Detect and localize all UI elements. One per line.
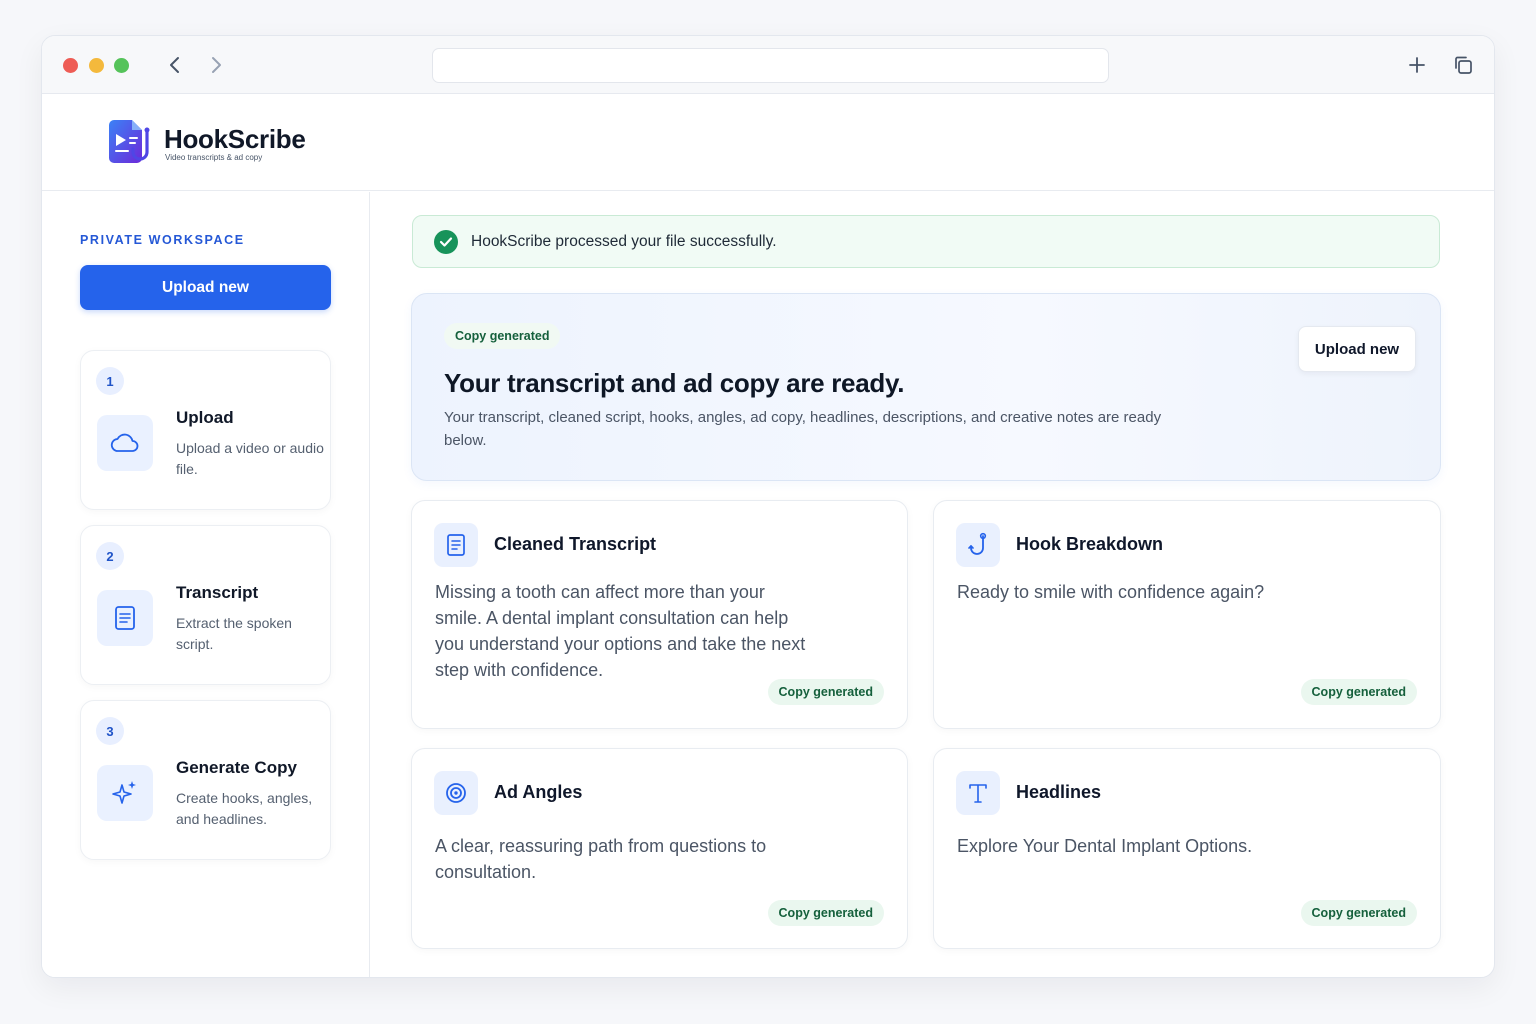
result-hero: Copy generated Your transcript and ad co…	[411, 293, 1441, 481]
brand-tagline: Video transcripts & ad copy	[165, 153, 263, 162]
text-icon	[956, 771, 1000, 815]
step-number: 2	[96, 542, 124, 570]
page-title: Your transcript and ad copy are ready.	[444, 368, 905, 398]
step-card-generate-copy: 3 Generate Copy Create hooks, angles, an…	[80, 700, 331, 860]
browser-titlebar	[42, 36, 1494, 94]
success-banner: HookScribe processed your file successfu…	[412, 215, 1440, 268]
target-icon	[434, 771, 478, 815]
browser-window: HookScribe Video transcripts & ad copy P…	[41, 35, 1495, 978]
status-badge: Copy generated	[767, 900, 884, 926]
step-title: Generate Copy	[176, 758, 297, 777]
step-number: 3	[96, 717, 124, 745]
logo-icon	[106, 118, 156, 168]
card-title: Cleaned Transcript	[494, 534, 657, 554]
workspace-label: PRIVATE WORKSPACE	[80, 233, 245, 247]
card-body: Missing a tooth can affect more than you…	[435, 582, 806, 680]
page-subtitle: Your transcript, cleaned script, hooks, …	[444, 409, 1162, 449]
card-body: A clear, reassuring path from questions …	[435, 836, 767, 882]
step-number: 1	[96, 367, 124, 395]
card-title: Headlines	[1016, 782, 1102, 802]
step-title: Transcript	[176, 583, 259, 602]
status-badge: Copy generated	[1300, 679, 1417, 705]
cloud-icon	[97, 415, 153, 471]
card-title: Ad Angles	[494, 782, 583, 802]
step-card-upload: 1 Upload Upload a video or audio file.	[80, 350, 331, 510]
card-headlines[interactable]: Headlines Explore Your Dental Implant Op…	[933, 748, 1441, 949]
sparkle-icon	[97, 765, 153, 821]
card-body: Ready to smile with confidence again?	[957, 582, 1265, 602]
card-hook-breakdown[interactable]: Hook Breakdown Ready to smile with confi…	[933, 500, 1441, 729]
document-icon	[434, 523, 478, 567]
card-body: Explore Your Dental Implant Options.	[957, 836, 1253, 856]
upload-new-button[interactable]: Upload new	[80, 265, 331, 310]
status-badge: Copy generated	[444, 323, 561, 349]
step-card-transcript: 2 Transcript Extract the spoken script.	[80, 525, 331, 685]
step-description: Upload a video or audio file.	[176, 440, 324, 477]
success-message: HookScribe processed your file successfu…	[471, 233, 777, 250]
upload-new-secondary-button[interactable]: Upload new	[1298, 326, 1416, 372]
tabs-icon[interactable]	[1452, 54, 1474, 76]
close-window-button[interactable]	[63, 58, 78, 73]
app-header: HookScribe Video transcripts & ad copy	[42, 94, 1494, 191]
sidebar: PRIVATE WORKSPACE Upload new 1 Upload Up…	[42, 192, 370, 977]
check-circle-icon	[434, 230, 458, 254]
step-description: Create hooks, angles, and headlines.	[176, 790, 313, 827]
brand-name: HookScribe	[164, 124, 306, 154]
card-cleaned-transcript[interactable]: Cleaned Transcript Missing a tooth can a…	[411, 500, 908, 729]
address-bar[interactable]	[432, 48, 1109, 83]
document-icon	[97, 590, 153, 646]
minimize-window-button[interactable]	[89, 58, 104, 73]
maximize-window-button[interactable]	[114, 58, 129, 73]
hook-icon	[956, 523, 1000, 567]
chevron-right-icon[interactable]	[205, 54, 227, 76]
status-badge: Copy generated	[767, 679, 884, 705]
card-ad-angles[interactable]: Ad Angles A clear, reassuring path from …	[411, 748, 908, 949]
card-title: Hook Breakdown	[1016, 534, 1164, 554]
step-description: Extract the spoken script.	[176, 615, 292, 652]
step-title: Upload	[176, 408, 234, 427]
status-badge: Copy generated	[1300, 900, 1417, 926]
plus-icon[interactable]	[1406, 54, 1428, 76]
chevron-left-icon[interactable]	[164, 54, 186, 76]
